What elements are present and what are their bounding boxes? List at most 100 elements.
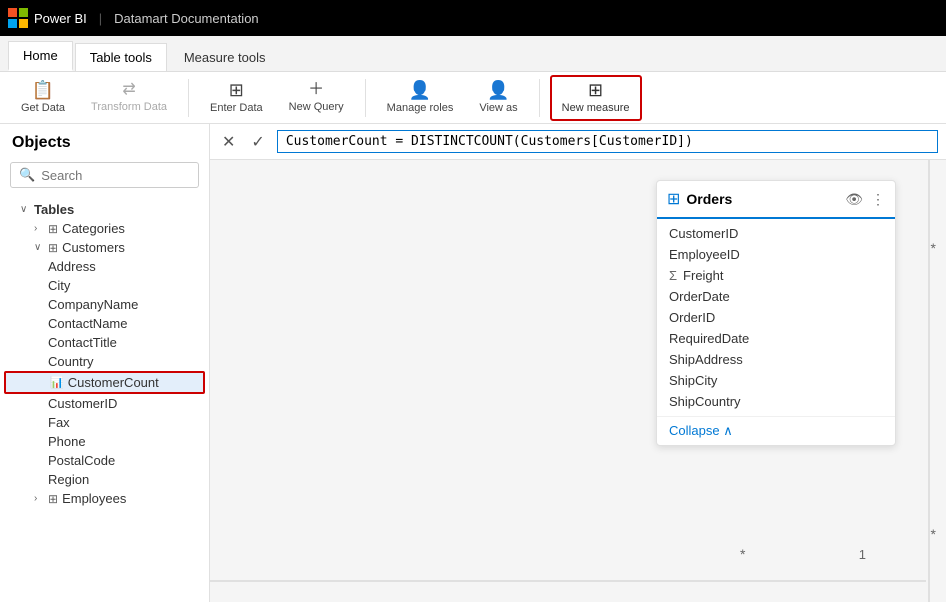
- orderdate-field-label: OrderDate: [669, 289, 730, 304]
- tree-item-employees[interactable]: › ⊞ Employees: [0, 489, 209, 508]
- tab-home[interactable]: Home: [8, 41, 73, 71]
- tree-item-contacttitle[interactable]: ContactTitle: [0, 333, 209, 352]
- title-bar: Power BI | Datamart Documentation: [0, 0, 946, 36]
- new-measure-label: New measure: [562, 102, 630, 114]
- orders-title: Orders: [686, 191, 839, 207]
- shipcountry-field-label: ShipCountry: [669, 394, 741, 409]
- orders-card-header: ⊞ Orders 👁 ⋮: [657, 181, 895, 219]
- canvas: ⊞ Orders 👁 ⋮ CustomerID EmployeeID: [210, 160, 946, 602]
- get-data-label: Get Data: [21, 102, 65, 114]
- orders-card: ⊞ Orders 👁 ⋮ CustomerID EmployeeID: [656, 180, 896, 446]
- orders-eye-icon[interactable]: 👁: [845, 191, 863, 208]
- country-label: Country: [48, 354, 94, 369]
- city-label: City: [48, 278, 70, 293]
- region-label: Region: [48, 472, 89, 487]
- field-row-employeeid[interactable]: EmployeeID: [657, 244, 895, 265]
- fax-label: Fax: [48, 415, 70, 430]
- tree-item-address[interactable]: Address: [0, 257, 209, 276]
- app-title: Datamart Documentation: [114, 11, 259, 26]
- objects-header: Objects: [0, 124, 209, 158]
- field-row-orderid[interactable]: OrderID: [657, 307, 895, 328]
- employees-expand-icon: ›: [34, 493, 44, 504]
- manage-roles-label: Manage roles: [387, 102, 454, 114]
- formula-cancel-button[interactable]: ✕: [218, 130, 239, 154]
- enter-data-label: Enter Data: [210, 102, 263, 114]
- field-row-requireddate[interactable]: RequiredDate: [657, 328, 895, 349]
- orders-card-body: CustomerID EmployeeID Σ Freight OrderDat…: [657, 219, 895, 416]
- requireddate-field-label: RequiredDate: [669, 331, 749, 346]
- formula-confirm-button[interactable]: ✓: [247, 130, 268, 154]
- tree-item-contactname[interactable]: ContactName: [0, 314, 209, 333]
- transform-data-button: ⇄ Transform Data: [80, 75, 178, 121]
- ribbon-separator-2: [365, 79, 366, 117]
- field-row-orderdate[interactable]: OrderDate: [657, 286, 895, 307]
- shipcity-field-label: ShipCity: [669, 373, 717, 388]
- tree-item-customercount[interactable]: 📊 CustomerCount: [4, 371, 205, 394]
- field-row-shipcountry[interactable]: ShipCountry: [657, 391, 895, 412]
- sigma-icon: Σ: [669, 268, 677, 283]
- phone-label: Phone: [48, 434, 86, 449]
- field-row-shipaddress[interactable]: ShipAddress: [657, 349, 895, 370]
- scrollbar-asterisk-top: *: [931, 240, 936, 256]
- new-query-button[interactable]: ＋ New Query: [278, 75, 355, 121]
- tab-table-tools[interactable]: Table tools: [75, 43, 167, 71]
- tree-item-phone[interactable]: Phone: [0, 432, 209, 451]
- ribbon: 📋 Get Data ⇄ Transform Data ⊞ Enter Data…: [0, 72, 946, 124]
- search-input[interactable]: [41, 168, 190, 183]
- main-area: Objects 🔍 ∨ Tables › ⊞ Categories ∨ ⊞ Cu…: [0, 124, 946, 602]
- new-measure-icon: ⊞: [588, 81, 603, 99]
- tree-item-postalcode[interactable]: PostalCode: [0, 451, 209, 470]
- horizontal-scrollbar-track[interactable]: [210, 580, 926, 582]
- tree-item-customers[interactable]: ∨ ⊞ Customers: [0, 238, 209, 257]
- tabs-row: Home Table tools Measure tools: [0, 36, 946, 72]
- search-icon: 🔍: [19, 167, 35, 183]
- asterisk-marker-1: *: [740, 546, 745, 562]
- address-label: Address: [48, 259, 96, 274]
- vertical-scrollbar-track[interactable]: [928, 160, 930, 602]
- ms-logo-icon: [8, 8, 28, 28]
- tree-item-region[interactable]: Region: [0, 470, 209, 489]
- shipaddress-field-label: ShipAddress: [669, 352, 743, 367]
- tree-item-city[interactable]: City: [0, 276, 209, 295]
- content-area: ✕ ✓ ⊞ Orders 👁 ⋮ CustomerID: [210, 124, 946, 602]
- title-separator: |: [99, 11, 102, 26]
- get-data-button[interactable]: 📋 Get Data: [10, 75, 76, 121]
- categories-label: Categories: [62, 221, 125, 236]
- tables-label: Tables: [34, 202, 74, 217]
- collapse-link[interactable]: Collapse ∧: [669, 423, 733, 438]
- field-row-customerid[interactable]: CustomerID: [657, 223, 895, 244]
- transform-data-label: Transform Data: [91, 101, 167, 113]
- field-row-shipcity[interactable]: ShipCity: [657, 370, 895, 391]
- ribbon-separator-1: [188, 79, 189, 117]
- ms-logo-group: Power BI: [8, 8, 87, 28]
- get-data-icon: 📋: [32, 81, 54, 99]
- asterisk-marker-2: 1: [859, 547, 866, 562]
- tree-item-customerid[interactable]: CustomerID: [0, 394, 209, 413]
- enter-data-icon: ⊞: [229, 81, 244, 99]
- view-as-button[interactable]: 👤 View as: [468, 75, 528, 121]
- field-row-freight[interactable]: Σ Freight: [657, 265, 895, 286]
- tree-item-companyname[interactable]: CompanyName: [0, 295, 209, 314]
- new-measure-button[interactable]: ⊞ New measure: [550, 75, 642, 121]
- tree-item-categories[interactable]: › ⊞ Categories: [0, 219, 209, 238]
- contactname-label: ContactName: [48, 316, 127, 331]
- companyname-label: CompanyName: [48, 297, 138, 312]
- orders-more-icon[interactable]: ⋮: [871, 191, 885, 208]
- customercount-label: CustomerCount: [68, 375, 159, 390]
- enter-data-button[interactable]: ⊞ Enter Data: [199, 75, 274, 121]
- tree-item-fax[interactable]: Fax: [0, 413, 209, 432]
- transform-data-icon: ⇄: [122, 82, 135, 98]
- view-as-icon: 👤: [487, 81, 509, 99]
- formula-input[interactable]: [277, 130, 938, 153]
- tables-collapse-icon: ∨: [20, 204, 30, 215]
- tree-item-country[interactable]: Country: [0, 352, 209, 371]
- measure-icon-customercount: 📊: [50, 376, 64, 389]
- search-box[interactable]: 🔍: [10, 162, 199, 188]
- contacttitle-label: ContactTitle: [48, 335, 117, 350]
- left-panel: Objects 🔍 ∨ Tables › ⊞ Categories ∨ ⊞ Cu…: [0, 124, 210, 602]
- postalcode-label: PostalCode: [48, 453, 115, 468]
- new-query-label: New Query: [289, 101, 344, 113]
- tab-measure-tools[interactable]: Measure tools: [169, 43, 281, 71]
- manage-roles-button[interactable]: 👤 Manage roles: [376, 75, 465, 121]
- orders-card-actions: 👁 ⋮: [845, 191, 885, 208]
